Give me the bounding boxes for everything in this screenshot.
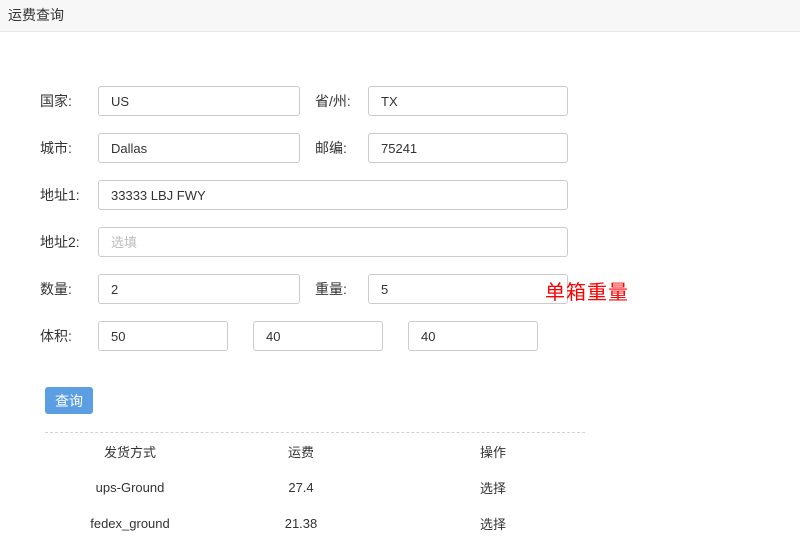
shipping-query-form: 国家: 省/州: 城市: 邮编: 地址1: 地址2: 数量: 重量: 单箱重量 … <box>0 32 800 414</box>
shipping-results-table: 发货方式 运费 操作 ups-Ground 27.4 选择 fedex_grou… <box>45 433 599 541</box>
quantity-label: 数量: <box>40 279 98 299</box>
table-row: ups-Ground 27.4 选择 <box>45 469 599 505</box>
state-label: 省/州: <box>315 91 368 111</box>
select-link[interactable]: 选择 <box>480 517 506 532</box>
header-shipping-method: 发货方式 <box>45 433 215 469</box>
page-header: 运费查询 <box>0 0 800 32</box>
volume-label: 体积: <box>40 326 98 346</box>
button-row: 查询 <box>45 387 800 414</box>
table-row: fedex_ground 21.38 选择 <box>45 505 599 541</box>
row-volume: 体积: <box>40 321 800 351</box>
method-cell: fedex_ground <box>45 505 215 541</box>
select-link[interactable]: 选择 <box>480 481 506 496</box>
row-address2: 地址2: <box>40 227 800 257</box>
row-country-state: 国家: 省/州: <box>40 86 800 116</box>
query-button[interactable]: 查询 <box>45 387 93 414</box>
city-label: 城市: <box>40 138 98 158</box>
row-city-zip: 城市: 邮编: <box>40 133 800 163</box>
volume-width-input[interactable] <box>253 321 383 351</box>
address1-label: 地址1: <box>40 185 98 205</box>
row-address1: 地址1: <box>40 180 800 210</box>
volume-height-input[interactable] <box>408 321 538 351</box>
page-title: 运费查询 <box>8 7 64 23</box>
quantity-input[interactable] <box>98 274 300 304</box>
volume-length-input[interactable] <box>98 321 228 351</box>
fee-cell: 21.38 <box>215 505 387 541</box>
address2-input[interactable] <box>98 227 568 257</box>
header-fee: 运费 <box>215 433 387 469</box>
city-input[interactable] <box>98 133 300 163</box>
address1-input[interactable] <box>98 180 568 210</box>
method-cell: ups-Ground <box>45 469 215 505</box>
country-label: 国家: <box>40 91 98 111</box>
weight-label: 重量: <box>315 279 368 299</box>
row-quantity-weight: 数量: 重量: 单箱重量 <box>40 274 800 304</box>
country-input[interactable] <box>98 86 300 116</box>
state-input[interactable] <box>368 86 568 116</box>
header-action: 操作 <box>387 433 599 469</box>
weight-per-box-hint: 单箱重量 <box>545 276 629 305</box>
address2-label: 地址2: <box>40 232 98 252</box>
weight-input[interactable] <box>368 274 568 304</box>
zip-input[interactable] <box>368 133 568 163</box>
results-header-row: 发货方式 运费 操作 <box>45 433 599 469</box>
zip-label: 邮编: <box>315 138 368 158</box>
fee-cell: 27.4 <box>215 469 387 505</box>
